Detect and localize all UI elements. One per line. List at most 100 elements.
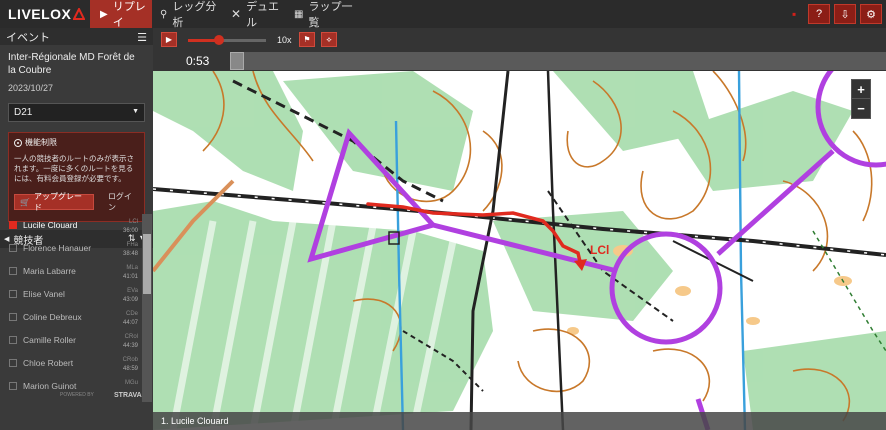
competitor-abbr: CRob	[122, 357, 138, 363]
chevron-down-icon: ▼	[132, 108, 139, 115]
event-header: イベント ☰	[0, 28, 153, 45]
tab-duel[interactable]: ✕ デュエル	[231, 0, 287, 29]
competitor-checkbox[interactable]	[9, 359, 17, 367]
competitor-abbr: EVa	[127, 288, 138, 294]
restriction-actions: 🛒 アップグレード ログイン	[14, 191, 139, 213]
map-legend-label: 1. Lucile Clouard	[161, 416, 229, 426]
competitor-name: Lucile Clouard	[23, 220, 78, 230]
chevron-left-icon[interactable]: ◂	[882, 221, 886, 237]
competitor-list-scrollbar[interactable]	[142, 214, 152, 402]
cart-icon: 🛒	[20, 197, 30, 207]
speed-slider-knob[interactable]	[214, 35, 224, 45]
competitor-checkbox[interactable]	[9, 267, 17, 275]
playback-bar: ▶ 10x ⚑ ⟡ 0:53	[153, 28, 886, 71]
settings-button[interactable]: ⚙	[860, 4, 882, 24]
hamburger-menu-icon[interactable]: ☰	[137, 31, 147, 44]
tab-leg-analysis[interactable]: ⚲ レッグ分析	[160, 0, 226, 29]
competitor-row[interactable]: Camille Roller CRol 44:39	[0, 332, 142, 355]
competitor-time: 36:00	[122, 228, 138, 234]
restriction-title: 機能制限	[25, 138, 57, 147]
competitor-time: 44:07	[122, 320, 138, 326]
alert-icon: ▪	[792, 7, 797, 21]
tab-lap-table-label: ラップ一覧	[308, 1, 353, 29]
competitor-row[interactable]: Lucile Clouard LCl 36:00	[0, 217, 142, 240]
competitor-name: Marion Guinot	[23, 381, 77, 391]
timeline-knob[interactable]	[230, 52, 244, 70]
competitor-time: 41:01	[122, 274, 138, 280]
zoom-control: + −	[851, 79, 871, 119]
competitor-time: 48:59	[122, 366, 138, 372]
map-canvas[interactable]: LCl	[153, 71, 886, 430]
speed-label: 10x	[277, 35, 292, 45]
map-legend: 1. Lucile Clouard	[153, 412, 886, 430]
upgrade-label: アップグレード	[33, 192, 82, 212]
download-button[interactable]: ⇩	[834, 4, 856, 24]
competitor-checkbox[interactable]	[9, 313, 17, 321]
tab-leg-analysis-label: レッグ分析	[172, 1, 217, 29]
competitor-time: 38:48	[122, 251, 138, 257]
help-button[interactable]: ?	[808, 4, 830, 24]
table-icon: ▦	[294, 8, 304, 20]
competitor-abbr: MLa	[126, 265, 138, 271]
competitor-name: Coline Debreux	[23, 312, 82, 322]
competitor-time: 44:39	[122, 343, 138, 349]
competitor-abbr: LCl	[128, 219, 138, 225]
competitor-checkbox[interactable]	[9, 221, 17, 229]
competitor-name: Chloe Robert	[23, 358, 74, 368]
zoom-in-button[interactable]: +	[852, 80, 870, 99]
feature-restriction-box: 機能制限 一人の競技者のルートのみが表示されます。一度に多くのルートを見るには、…	[8, 132, 145, 222]
competitor-checkbox[interactable]	[9, 382, 17, 390]
tab-lap-table[interactable]: ▦ ラップ一覧	[294, 0, 354, 29]
event-date: 2023/10/27	[8, 83, 54, 93]
cross-swords-icon: ✕	[231, 7, 242, 21]
orienteering-map[interactable]: LCl + − ◂ 1. Lucile Clouard	[153, 71, 886, 430]
tail-length-button[interactable]: ⟡	[321, 32, 337, 47]
upgrade-button[interactable]: 🛒 アップグレード	[14, 192, 94, 212]
competitor-row[interactable]: Elise Vanel EVa 43:09	[0, 286, 142, 309]
competitor-checkbox[interactable]	[9, 336, 17, 344]
play-icon: ▶	[165, 35, 173, 44]
current-time: 0:53	[186, 54, 210, 68]
login-link[interactable]: ログイン	[108, 191, 139, 213]
competitor-row[interactable]: Coline Debreux CDe 44:07	[0, 309, 142, 332]
restriction-header: 機能制限	[14, 137, 139, 148]
competitor-checkbox[interactable]	[9, 290, 17, 298]
tab-replay[interactable]: ▶ リプレイ	[90, 0, 152, 29]
competitor-name: Maria Labarre	[23, 266, 76, 276]
help-icon: ?	[815, 8, 823, 20]
competitor-time: 43:09	[122, 297, 138, 303]
competitor-abbr: CDe	[125, 311, 138, 317]
competitor-abbr: FHa	[126, 242, 138, 248]
zoom-out-button[interactable]: −	[852, 99, 870, 118]
competitor-row[interactable]: Chloe Robert CRob 48:59	[0, 355, 142, 378]
livelox-logo[interactable]: LIVELOX	[8, 5, 86, 23]
competitor-row[interactable]: Florence Hanauer FHa 38:48	[0, 240, 142, 263]
runner-icon: ⟡	[326, 34, 332, 44]
competitor-checkbox[interactable]	[9, 244, 17, 252]
class-select[interactable]: D21 ▼	[8, 103, 145, 122]
event-header-label: イベント	[6, 31, 50, 44]
logo-text: LIVELOX	[8, 6, 72, 22]
flag-icon: ⚑	[303, 35, 311, 44]
gear-icon: ⚙	[866, 8, 876, 21]
strava-logo: STRAVA	[114, 392, 142, 399]
powered-by-label: POWERED BY	[60, 392, 94, 398]
competitor-row[interactable]: Maria Labarre MLa 41:01	[0, 263, 142, 286]
restriction-text: 一人の競技者のルートのみが表示されます。一度に多くのルートを見るには、有料会員登…	[14, 154, 134, 183]
competitor-name: Camille Roller	[23, 335, 76, 345]
top-navigation-bar: LIVELOX ▶ リプレイ ⚲ レッグ分析 ✕ デュエル ▦ ラップ一覧 ▪ …	[0, 0, 886, 29]
event-title: Inter-Régionale MD Forêt de la Coubre	[8, 52, 135, 76]
play-button[interactable]: ▶	[161, 32, 177, 47]
class-select-value: D21	[14, 107, 33, 118]
skip-start-button[interactable]: ⚑	[299, 32, 315, 47]
runner-label: LCl	[590, 243, 609, 257]
tab-duel-label: デュエル	[246, 1, 280, 29]
download-icon: ⇩	[840, 8, 850, 21]
logo-mark-icon	[73, 8, 86, 20]
competitor-abbr: CRol	[124, 334, 138, 340]
scrollbar-thumb[interactable]	[143, 234, 151, 294]
route-icon: ⚲	[160, 8, 168, 20]
play-icon: ▶	[100, 8, 108, 20]
timeline-slider[interactable]	[230, 52, 886, 70]
competitor-name: Elise Vanel	[23, 289, 65, 299]
